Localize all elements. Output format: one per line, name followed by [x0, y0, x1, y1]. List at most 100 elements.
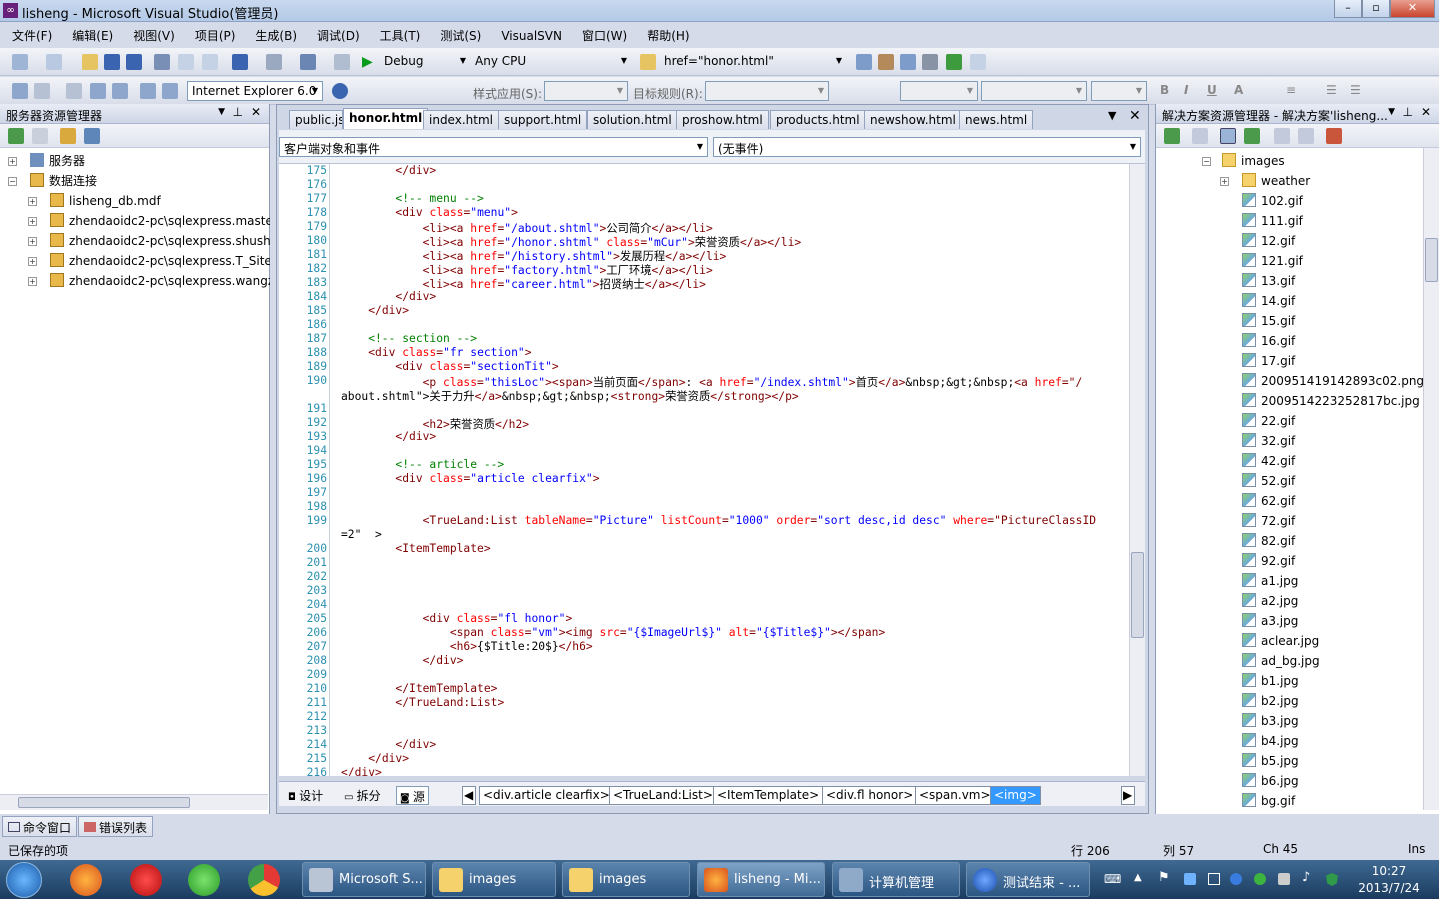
connect-server-icon[interactable] [84, 128, 100, 144]
scrollbar-thumb[interactable] [18, 797, 190, 808]
view-designer-icon[interactable] [1298, 128, 1314, 144]
tab-products-html[interactable]: products.html [770, 110, 866, 129]
breadcrumb-scroll-right[interactable]: ▶ [1121, 786, 1135, 805]
target-rule-combo[interactable]: ▼ [705, 81, 829, 101]
tree-file-item[interactable]: b2.jpg [1242, 691, 1299, 711]
tree-item-connection[interactable]: zhendaoidc2-pc\sqlexpress.wangz [50, 271, 270, 291]
connect-database-icon[interactable] [60, 128, 76, 144]
refresh-icon[interactable] [8, 128, 24, 144]
collapse-icon[interactable]: − [8, 177, 17, 186]
tab-index-html[interactable]: index.html [423, 110, 499, 129]
client-objects-combo[interactable]: 客户端对象和事件 ▼ [279, 137, 708, 157]
start-page-icon[interactable] [946, 54, 962, 70]
tree-file-item[interactable]: a2.jpg [1242, 591, 1298, 611]
tree-file-item[interactable]: 62.gif [1242, 491, 1295, 511]
opera-icon[interactable] [130, 864, 162, 896]
tree-file-item[interactable]: b1.jpg [1242, 671, 1299, 691]
solution-configuration-combo[interactable]: Debug ▼ [380, 52, 470, 72]
tree-item-connection[interactable]: zhendaoidc2-pc\sqlexpress.shusha [50, 231, 270, 251]
save-icon[interactable] [104, 54, 120, 70]
nest-files-icon[interactable] [1220, 128, 1236, 144]
breadcrumb-item[interactable]: <ItemTemplate> [713, 786, 824, 805]
uncomment-icon[interactable] [66, 83, 82, 99]
navigate-forward-icon[interactable] [334, 54, 350, 70]
show-all-files-icon[interactable] [1192, 128, 1208, 144]
security-icon[interactable] [1254, 873, 1266, 885]
find-in-files-icon[interactable] [640, 54, 656, 70]
task-computer-management[interactable]: 计算机管理 [832, 862, 960, 897]
task-test-finished[interactable]: 测试结束 - ... [966, 862, 1090, 897]
task-visual-studio[interactable]: Microsoft S... [302, 862, 426, 897]
tab-newshow-html[interactable]: newshow.html [864, 110, 962, 129]
save-all-icon[interactable] [126, 54, 142, 70]
tree-file-item[interactable]: 22.gif [1242, 411, 1295, 431]
vertical-scrollbar[interactable] [1423, 148, 1439, 810]
expand-icon[interactable]: + [28, 277, 37, 286]
tab-news-html[interactable]: news.html [959, 110, 1034, 129]
tab-honor-html[interactable]: honor.html [343, 108, 429, 129]
start-button[interactable] [6, 862, 42, 898]
tree-file-item[interactable]: 13.gif [1242, 271, 1295, 291]
open-file-icon[interactable] [82, 54, 98, 70]
tab-solution-html[interactable]: solution.html [587, 110, 678, 129]
expand-icon[interactable]: + [1220, 177, 1229, 186]
comment-icon[interactable] [34, 83, 50, 99]
volume-icon[interactable]: ♪ [1302, 870, 1310, 885]
solution-explorer-icon[interactable] [856, 54, 872, 70]
menu-build[interactable]: 生成(B) [243, 23, 305, 44]
pin-icon[interactable]: ⊥ [233, 105, 243, 119]
tree-file-item[interactable]: b3.jpg [1242, 711, 1299, 731]
tree-file-item[interactable]: 16.gif [1242, 331, 1295, 351]
add-item-icon[interactable] [46, 54, 62, 70]
menu-visualsvn[interactable]: VisualSVN [489, 25, 570, 43]
keyboard-icon[interactable]: ⌨ [1104, 872, 1121, 886]
font-name-combo[interactable]: ▼ [981, 81, 1087, 101]
maximize-button[interactable]: ▫ [1362, 0, 1390, 18]
block-format-combo[interactable]: ▼ [900, 81, 978, 101]
bold-icon[interactable]: B [1160, 83, 1176, 99]
tree-file-item[interactable]: a3.jpg [1242, 611, 1298, 631]
tray-app-icon[interactable] [1184, 873, 1196, 885]
show-hidden-icons[interactable]: ▲ [1134, 872, 1142, 883]
tree-file-item[interactable]: bg.gif [1242, 791, 1295, 811]
tree-file-item[interactable]: 102.gif [1242, 191, 1303, 211]
underline-icon[interactable]: U [1207, 83, 1223, 99]
tree-file-item[interactable]: 12.gif [1242, 231, 1295, 251]
tree-file-item[interactable]: aclear.jpg [1242, 631, 1319, 651]
tab-command-window[interactable]: 命令窗口 [2, 816, 78, 837]
tree-folder-weather[interactable]: weather [1242, 171, 1310, 191]
collapse-icon[interactable]: − [1202, 157, 1211, 166]
firefox-icon[interactable] [70, 864, 102, 896]
menu-view[interactable]: 视图(V) [121, 23, 183, 44]
font-color-icon[interactable]: A [1234, 83, 1250, 99]
flag-icon[interactable]: ⚑ [1158, 870, 1170, 885]
stop-icon[interactable] [32, 128, 48, 144]
expand-icon[interactable]: + [28, 257, 37, 266]
tree-file-item[interactable]: 92.gif [1242, 551, 1295, 571]
events-combo[interactable]: (无事件) ▼ [713, 137, 1141, 157]
network-icon[interactable] [1208, 873, 1220, 885]
download-manager-icon[interactable] [188, 864, 220, 896]
toolbox-icon[interactable] [922, 54, 938, 70]
menu-project[interactable]: 项目(P) [183, 23, 244, 44]
tree-file-item[interactable]: 121.gif [1242, 251, 1303, 271]
menu-file[interactable]: 文件(F) [0, 23, 60, 44]
safely-remove-icon[interactable] [1278, 873, 1290, 885]
copy-website-icon[interactable] [1326, 128, 1342, 144]
tree-file-item[interactable]: a1.jpg [1242, 571, 1298, 591]
properties-icon[interactable] [1164, 128, 1180, 144]
expand-icon[interactable]: + [28, 237, 37, 246]
chrome-icon[interactable] [248, 864, 280, 896]
outdent-icon[interactable] [12, 83, 28, 99]
breadcrumb-scroll-left[interactable]: ◀ [462, 786, 476, 805]
minimize-button[interactable]: – [1334, 0, 1362, 18]
tree-file-item[interactable]: b5.jpg [1242, 751, 1299, 771]
tree-file-item[interactable]: 52.gif [1242, 471, 1295, 491]
qq-icon[interactable] [1230, 873, 1242, 885]
breadcrumb-item-selected[interactable]: <img> [990, 786, 1041, 805]
breadcrumb-item[interactable]: <TrueLand:List> [609, 786, 717, 805]
code-editor[interactable]: 175 </div> 176 177 <!-- menu --> 178 <div c… [279, 164, 1145, 776]
tree-file-item[interactable]: 82.gif [1242, 531, 1295, 551]
target-browser-combo[interactable]: Internet Explorer 6.0 ▼ [187, 81, 323, 101]
breadcrumb-item[interactable]: <span.vm> [915, 786, 995, 805]
